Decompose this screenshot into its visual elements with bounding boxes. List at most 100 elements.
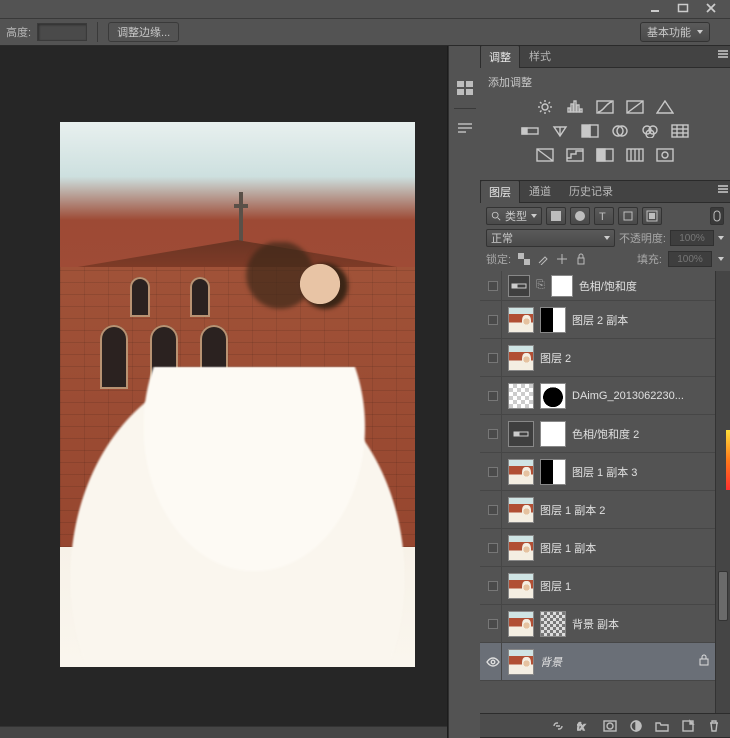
lock-all-icon[interactable]: [574, 252, 588, 266]
threshold-icon[interactable]: [594, 146, 616, 164]
opacity-field[interactable]: 100%: [670, 230, 714, 246]
tab-history[interactable]: 历史记录: [560, 179, 622, 202]
expand-panels-button[interactable]: [714, 24, 724, 40]
layer-name[interactable]: 图层 1 副本: [540, 540, 711, 556]
layer-row[interactable]: 图层 1 副本 2: [480, 491, 715, 529]
layer-thumbnail[interactable]: [508, 307, 534, 333]
chevron-down-icon[interactable]: [718, 257, 724, 261]
curves-icon[interactable]: [594, 98, 616, 116]
window-minimize-button[interactable]: [642, 0, 668, 16]
delete-layer-icon[interactable]: [706, 718, 722, 734]
layer-visibility[interactable]: [484, 339, 502, 376]
layer-name[interactable]: 色相/饱和度 2: [572, 426, 711, 442]
vibrance-icon[interactable]: [654, 98, 676, 116]
layer-visibility[interactable]: [484, 529, 502, 566]
layer-thumbnail[interactable]: [508, 573, 534, 599]
filter-pixel-icon[interactable]: [546, 207, 566, 225]
lock-transparency-icon[interactable]: [517, 252, 531, 266]
layer-name[interactable]: 图层 2 副本: [572, 312, 711, 328]
filter-shape-icon[interactable]: [618, 207, 638, 225]
channel-mixer-icon[interactable]: [639, 122, 661, 140]
layer-thumbnail[interactable]: [508, 383, 534, 409]
layer-thumbnail[interactable]: [540, 611, 566, 637]
layer-row[interactable]: 图层 2: [480, 339, 715, 377]
layer-row[interactable]: ⎘色相/饱和度: [480, 271, 715, 301]
layer-visibility[interactable]: [484, 271, 502, 300]
fill-field[interactable]: 100%: [668, 251, 712, 267]
layers-panel-menu-button[interactable]: [718, 185, 728, 187]
chevron-down-icon[interactable]: [718, 236, 724, 240]
layer-thumbnail[interactable]: [551, 275, 573, 297]
document-canvas[interactable]: [60, 122, 415, 667]
photo-filter-icon[interactable]: [609, 122, 631, 140]
tab-adjustments[interactable]: 调整: [480, 45, 520, 68]
layer-thumbnail[interactable]: [508, 275, 530, 297]
selective-color-icon[interactable]: [654, 146, 676, 164]
hue-sat-icon[interactable]: [519, 122, 541, 140]
tab-layers[interactable]: 图层: [480, 180, 520, 203]
blend-mode-select[interactable]: 正常: [486, 229, 615, 247]
layer-thumbnail[interactable]: [508, 611, 534, 637]
lock-position-icon[interactable]: [555, 252, 569, 266]
window-maximize-button[interactable]: [670, 0, 696, 16]
brightness-icon[interactable]: [534, 98, 556, 116]
group-icon[interactable]: [654, 718, 670, 734]
layer-visibility[interactable]: [484, 415, 502, 452]
swatches-icon[interactable]: [453, 76, 477, 100]
layer-row[interactable]: 色相/饱和度 2: [480, 415, 715, 453]
layer-thumbnail[interactable]: [508, 649, 534, 675]
layer-row[interactable]: 背景 副本: [480, 605, 715, 643]
layer-visibility[interactable]: [484, 605, 502, 642]
link-layers-icon[interactable]: [550, 718, 566, 734]
layer-row[interactable]: 图层 1: [480, 567, 715, 605]
layer-name[interactable]: 图层 1 副本 3: [572, 464, 711, 480]
dock-expand-button[interactable]: [460, 50, 470, 66]
tab-styles[interactable]: 样式: [520, 44, 560, 67]
layers-vertical-scrollbar[interactable]: [715, 271, 730, 713]
layer-row[interactable]: 图层 2 副本: [480, 301, 715, 339]
scrollbar-thumb[interactable]: [718, 571, 728, 621]
paragraph-icon[interactable]: [453, 117, 477, 141]
filter-type-icon[interactable]: T: [594, 207, 614, 225]
layer-visibility[interactable]: [484, 567, 502, 604]
layer-thumbnail[interactable]: [540, 383, 566, 409]
layer-thumbnail[interactable]: [540, 421, 566, 447]
window-close-button[interactable]: [698, 0, 724, 16]
layer-row[interactable]: 图层 1 副本 3: [480, 453, 715, 491]
layer-name[interactable]: 图层 1: [540, 578, 711, 594]
layer-row[interactable]: 图层 1 副本: [480, 529, 715, 567]
layer-name[interactable]: 图层 2: [540, 350, 711, 366]
layer-thumbnail[interactable]: [508, 497, 534, 523]
layer-thumbnail[interactable]: [508, 345, 534, 371]
layer-thumbnail[interactable]: [540, 307, 566, 333]
invert-icon[interactable]: [534, 146, 556, 164]
height-field[interactable]: [37, 23, 87, 41]
horizontal-scrollbar[interactable]: [0, 726, 447, 738]
filter-smart-icon[interactable]: [642, 207, 662, 225]
layer-name[interactable]: 背景 副本: [572, 616, 711, 632]
filter-adjust-icon[interactable]: [570, 207, 590, 225]
layer-thumbnail[interactable]: [508, 421, 534, 447]
posterize-icon[interactable]: [564, 146, 586, 164]
layer-style-icon[interactable]: fx: [576, 718, 592, 734]
adjustment-layer-icon[interactable]: [628, 718, 644, 734]
bw-icon[interactable]: [579, 122, 601, 140]
layer-thumbnail[interactable]: [508, 459, 534, 485]
layer-visibility[interactable]: [484, 301, 502, 338]
filter-toggle[interactable]: [710, 207, 724, 225]
layer-visibility[interactable]: [484, 453, 502, 490]
layer-thumbnail[interactable]: [508, 535, 534, 561]
layer-visibility[interactable]: [484, 491, 502, 528]
layer-name[interactable]: DAimG_2013062230...: [572, 390, 711, 402]
layer-mask-icon[interactable]: [602, 718, 618, 734]
layer-row[interactable]: 背景: [480, 643, 715, 681]
new-layer-icon[interactable]: [680, 718, 696, 734]
layer-name[interactable]: 背景: [540, 654, 693, 670]
gradient-map-icon[interactable]: [624, 146, 646, 164]
layer-row[interactable]: DAimG_2013062230...: [480, 377, 715, 415]
lock-pixels-icon[interactable]: [536, 252, 550, 266]
panel-menu-button[interactable]: [718, 50, 728, 52]
layer-name[interactable]: 图层 1 副本 2: [540, 502, 711, 518]
layers-list[interactable]: ⎘色相/饱和度图层 2 副本图层 2 DAimG_2013062230... 色相/…: [480, 271, 715, 713]
tab-channels[interactable]: 通道: [520, 179, 560, 202]
